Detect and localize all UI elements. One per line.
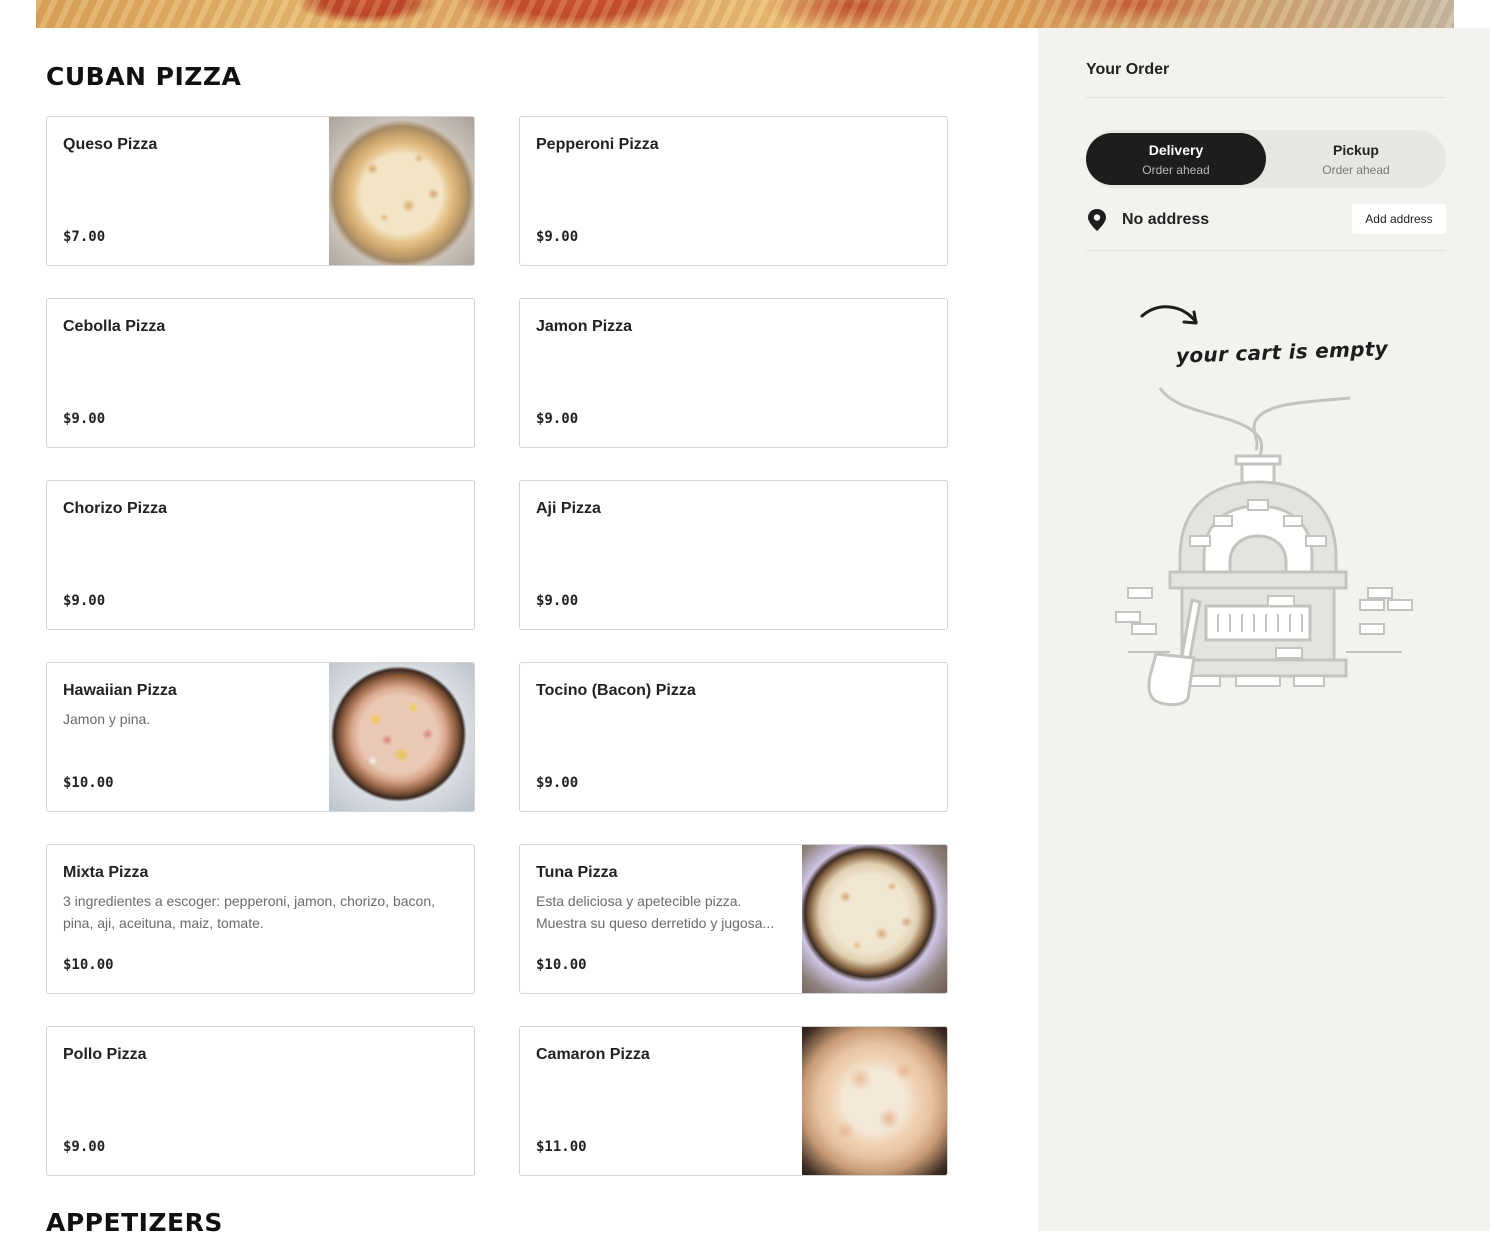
menu-item-card[interactable]: Cebolla Pizza $9.00 (46, 298, 475, 448)
menu-item-name: Cebolla Pizza (63, 318, 166, 335)
menu-item-image (329, 663, 474, 811)
menu-item-name: Tuna Pizza (536, 864, 618, 881)
menu-item-name: Mixta Pizza (63, 864, 149, 881)
menu-item-price: $10.00 (536, 957, 587, 973)
next-section-title: APPETIZERS (46, 1208, 223, 1237)
menu-item-name: Hawaiian Pizza (63, 682, 177, 699)
menu-item-card[interactable]: Aji Pizza $9.00 (519, 480, 948, 630)
address-row: No address Add address (1086, 203, 1446, 235)
menu-item-price: $11.00 (536, 1139, 587, 1155)
menu-item-name: Aji Pizza (536, 500, 601, 517)
menu-item-image (802, 1027, 947, 1175)
order-sidebar: Your Order Delivery Order ahead Pickup O… (1038, 28, 1490, 1231)
menu-item-card[interactable]: Pepperoni Pizza $9.00 (519, 116, 948, 266)
menu-item-name: Jamon Pizza (536, 318, 633, 335)
menu-item-name: Chorizo Pizza (63, 500, 168, 517)
section-title: CUBAN PIZZA (46, 62, 242, 91)
address-text: No address (1122, 211, 1210, 228)
menu-item-name: Pepperoni Pizza (536, 136, 659, 153)
menu-item-name: Pollo Pizza (63, 1046, 147, 1063)
pickup-label: Pickup (1333, 142, 1379, 158)
menu-item-image (329, 117, 474, 265)
menu-item-name: Tocino (Bacon) Pizza (536, 682, 696, 699)
menu-item-description: Jamon y pina. (63, 711, 151, 727)
menu-item-card[interactable]: Tuna Pizza Esta deliciosa y apetecible p… (519, 844, 948, 994)
menu-item-card[interactable]: Queso Pizza $7.00 (46, 116, 475, 266)
menu-item-price: $9.00 (536, 593, 579, 609)
menu-item-price: $9.00 (536, 775, 579, 791)
menu-item-price: $9.00 (63, 1139, 106, 1155)
menu-item-card[interactable]: Pollo Pizza $9.00 (46, 1026, 475, 1176)
delivery-option-button[interactable]: Delivery Order ahead (1086, 133, 1266, 185)
pickup-option-button[interactable]: Pickup Order ahead (1266, 133, 1446, 185)
menu-item-price: $10.00 (63, 957, 114, 973)
menu-grid: Queso Pizza $7.00 Pepperoni Pizza $9.00 … (46, 116, 948, 1176)
pickup-sub: Order ahead (1322, 163, 1390, 177)
pizza-oven-illustration (1115, 305, 1413, 706)
menu-item-card[interactable]: Camaron Pizza $11.00 (519, 1026, 948, 1176)
menu-item-name: Camaron Pizza (536, 1046, 650, 1063)
menu-item-description: 3 ingredientes a escoger: pepperoni, jam… (63, 893, 436, 931)
delivery-sub: Order ahead (1142, 163, 1210, 177)
menu-item-card[interactable]: Tocino (Bacon) Pizza $9.00 (519, 662, 948, 812)
fulfillment-toggle: Delivery Order ahead Pickup Order ahead (1086, 130, 1446, 188)
menu-item-price: $9.00 (63, 593, 106, 609)
divider (1086, 97, 1446, 98)
menu-item-card[interactable]: Chorizo Pizza $9.00 (46, 480, 475, 630)
menu-item-card[interactable]: Mixta Pizza 3 ingredientes a escoger: pe… (46, 844, 475, 994)
divider (1086, 250, 1446, 251)
location-pin-icon (1088, 209, 1106, 231)
menu-item-price: $10.00 (63, 775, 114, 791)
menu-item-price: $9.00 (536, 411, 579, 427)
menu-item-image (802, 845, 947, 993)
menu-item-price: $9.00 (63, 411, 106, 427)
menu-item-name: Queso Pizza (63, 136, 158, 153)
menu-item-card[interactable]: Jamon Pizza $9.00 (519, 298, 948, 448)
delivery-label: Delivery (1148, 142, 1204, 158)
add-address-button[interactable]: Add address (1352, 204, 1446, 234)
menu-item-description: Esta deliciosa y apetecible pizza. Muest… (536, 893, 775, 931)
menu-item-card[interactable]: Hawaiian Pizza Jamon y pina. $10.00 (46, 662, 475, 812)
menu-item-price: $9.00 (536, 229, 579, 245)
order-title: Your Order (1086, 61, 1170, 78)
hero-banner-image (36, 0, 1454, 28)
menu-item-price: $7.00 (63, 229, 106, 245)
